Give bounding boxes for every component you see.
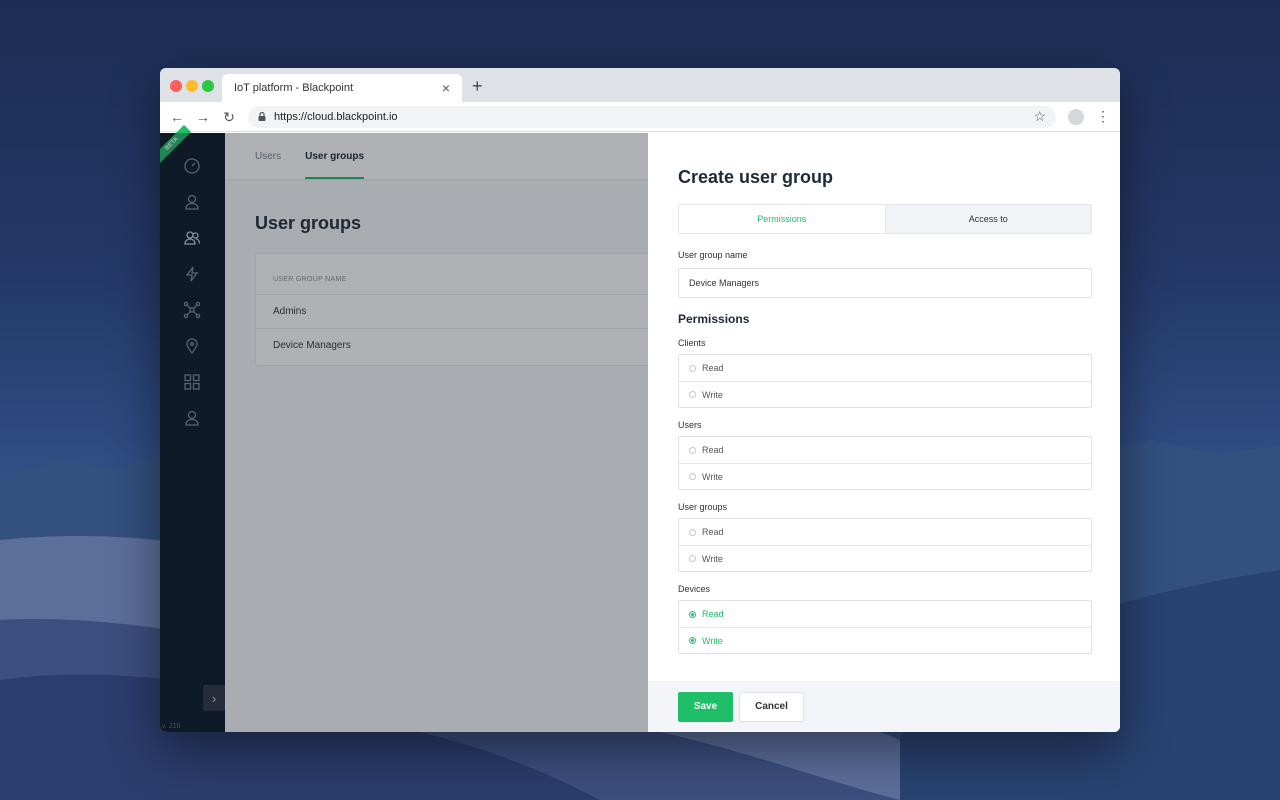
minimize-window-button[interactable]	[186, 80, 198, 92]
users-read-option[interactable]: Read	[679, 437, 1091, 463]
browser-navbar: ← → ↻ https://cloud.blackpoint.io ☆ ⋮	[160, 102, 1120, 132]
bookmark-star-icon[interactable]: ☆	[1033, 108, 1046, 125]
radio-icon	[689, 446, 696, 454]
create-user-group-drawer: Create user group Permissions Access to …	[648, 133, 1120, 732]
clients-write-option[interactable]: Write	[679, 381, 1091, 407]
user-group-name-input[interactable]	[678, 268, 1092, 298]
modal-backdrop[interactable]	[160, 133, 648, 732]
drawer-title: Create user group	[678, 167, 834, 187]
option-label: Read	[702, 363, 724, 373]
devices-write-option[interactable]: Write	[679, 627, 1091, 653]
address-bar[interactable]: https://cloud.blackpoint.io ☆	[248, 105, 1056, 128]
option-label: Write	[702, 635, 723, 646]
drawer-footer: Save Cancel	[648, 681, 1120, 732]
devices-label: Devices	[678, 584, 711, 594]
app-root: BETA › v. 216 Users User groups User gro…	[160, 124, 1120, 732]
tab-permissions[interactable]: Permissions	[679, 205, 886, 233]
drawer-body: Create user group Permissions Access to …	[648, 133, 1120, 654]
tab-title: IoT platform - Blackpoint	[234, 82, 354, 94]
radio-selected-icon	[689, 610, 696, 618]
option-label: Read	[702, 445, 724, 455]
drawer-tabs: Permissions Access to	[678, 204, 1092, 234]
users-write-option[interactable]: Write	[679, 463, 1091, 489]
user-groups-permissions: Read Write	[678, 518, 1092, 572]
tab-access-to[interactable]: Access to	[886, 205, 1092, 233]
option-label: Write	[702, 471, 723, 482]
radio-icon	[689, 391, 696, 398]
save-button[interactable]: Save	[678, 691, 733, 722]
user-groups-label: User groups	[678, 502, 728, 512]
radio-icon	[689, 473, 696, 480]
back-arrow-icon[interactable]: ←	[170, 110, 184, 124]
option-label: Read	[702, 527, 724, 537]
browser-titlebar: IoT platform - Blackpoint × +	[160, 68, 1120, 102]
browser-menu-icon[interactable]: ⋮	[1096, 108, 1110, 125]
profile-avatar[interactable]	[1068, 108, 1084, 125]
url-text: https://cloud.blackpoint.io	[274, 110, 398, 123]
user-groups-read-option[interactable]: Read	[679, 519, 1091, 545]
user-groups-write-option[interactable]: Write	[679, 545, 1091, 571]
option-label: Write	[702, 553, 723, 564]
users-label: Users	[678, 420, 702, 430]
reload-icon[interactable]: ↻	[222, 110, 236, 124]
name-label: User group name	[678, 250, 748, 260]
radio-icon	[689, 528, 696, 536]
browser-window: IoT platform - Blackpoint × + ← → ↻ http…	[160, 68, 1120, 732]
radio-icon	[689, 555, 696, 562]
browser-tab[interactable]: IoT platform - Blackpoint ×	[222, 74, 462, 102]
new-tab-button[interactable]: +	[472, 76, 483, 97]
clients-read-option[interactable]: Read	[679, 355, 1091, 381]
lock-icon	[258, 112, 266, 121]
devices-read-option[interactable]: Read	[679, 601, 1091, 627]
permissions-heading: Permissions	[678, 312, 750, 326]
option-label: Read	[702, 609, 724, 619]
cancel-button[interactable]: Cancel	[739, 691, 804, 722]
radio-icon	[689, 364, 696, 372]
close-window-button[interactable]	[170, 80, 182, 92]
radio-selected-icon	[689, 637, 696, 644]
tab-close-icon[interactable]: ×	[442, 80, 450, 96]
forward-arrow-icon[interactable]: →	[196, 110, 210, 124]
clients-label: Clients	[678, 338, 706, 348]
clients-permissions: Read Write	[678, 354, 1092, 408]
users-permissions: Read Write	[678, 436, 1092, 490]
devices-permissions: Read Write	[678, 600, 1092, 654]
maximize-window-button[interactable]	[202, 80, 214, 92]
option-label: Write	[702, 389, 723, 400]
